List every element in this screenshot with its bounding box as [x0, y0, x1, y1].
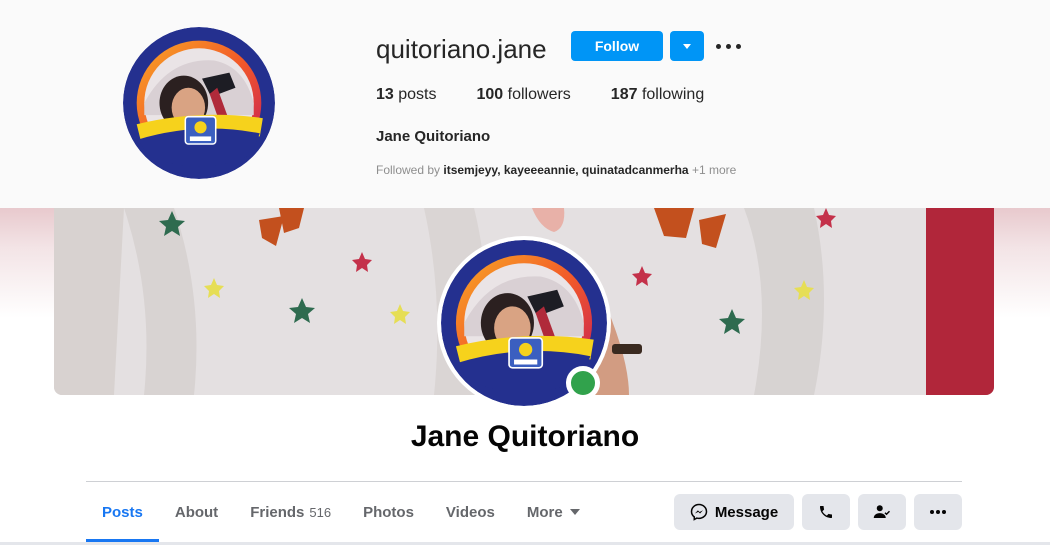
- friends-count: 516: [309, 504, 332, 520]
- tab-videos[interactable]: Videos: [430, 482, 511, 542]
- followers-stat[interactable]: 100 followers: [477, 86, 571, 104]
- followed-by-prefix: Followed by: [376, 163, 441, 177]
- followed-by-more: +1 more: [691, 163, 737, 177]
- posts-stat: 13 posts: [376, 86, 437, 104]
- phone-icon: [820, 506, 832, 518]
- followers-label: followers: [507, 86, 571, 103]
- instagram-profile-header: quitoriano.jane Follow 13 posts 100 foll…: [0, 0, 1050, 208]
- profile-stats: 13 posts 100 followers 187 following: [376, 86, 744, 104]
- chevron-down-icon: [569, 509, 580, 515]
- tab-videos-label: Videos: [445, 503, 495, 521]
- followed-by-text[interactable]: Followed by itsemjeyy, kayeeeannie, quin…: [376, 163, 736, 177]
- call-button[interactable]: [802, 494, 850, 530]
- posts-label: posts: [398, 86, 437, 103]
- tab-about-label: About: [174, 503, 219, 521]
- message-button-label: Message: [714, 503, 779, 521]
- followers-count: 100: [476, 86, 504, 103]
- instagram-profile-avatar[interactable]: [123, 27, 275, 179]
- friend-check-icon: [873, 505, 891, 518]
- follow-button[interactable]: Follow: [571, 31, 663, 61]
- followed-by-names: itsemjeyy, kayeeeannie, quinatadcanmerha: [443, 163, 689, 177]
- message-button[interactable]: Message: [674, 494, 794, 530]
- more-horizontal-icon: [930, 510, 946, 514]
- tab-friends-label: Friends: [250, 503, 305, 521]
- facebook-profile-name: Jane Quitoriano: [410, 420, 640, 453]
- messenger-icon: [690, 503, 708, 521]
- tab-posts[interactable]: Posts: [86, 482, 159, 542]
- suggested-dropdown-button[interactable]: [670, 31, 704, 61]
- tab-friends[interactable]: Friends 516: [234, 482, 347, 542]
- tab-about[interactable]: About: [159, 482, 234, 542]
- instagram-username: quitoriano.jane: [376, 34, 547, 64]
- tab-posts-label: Posts: [102, 503, 143, 521]
- following-count: 187: [610, 86, 638, 103]
- instagram-full-name: Jane Quitoriano: [376, 128, 491, 145]
- more-actions-button[interactable]: [914, 494, 962, 530]
- following-label: following: [641, 86, 705, 103]
- friends-status-button[interactable]: [858, 494, 906, 530]
- profile-tabs: Posts About Friends 516 Photos Videos Mo…: [86, 482, 596, 542]
- more-options-icon[interactable]: [716, 38, 742, 54]
- following-stat[interactable]: 187 following: [611, 86, 704, 104]
- tab-photos-label: Photos: [363, 503, 414, 521]
- tab-more[interactable]: More: [511, 482, 596, 542]
- tab-more-label: More: [526, 503, 563, 521]
- online-status-dot: [566, 366, 600, 400]
- posts-count: 13: [376, 86, 394, 103]
- tab-photos[interactable]: Photos: [347, 482, 430, 542]
